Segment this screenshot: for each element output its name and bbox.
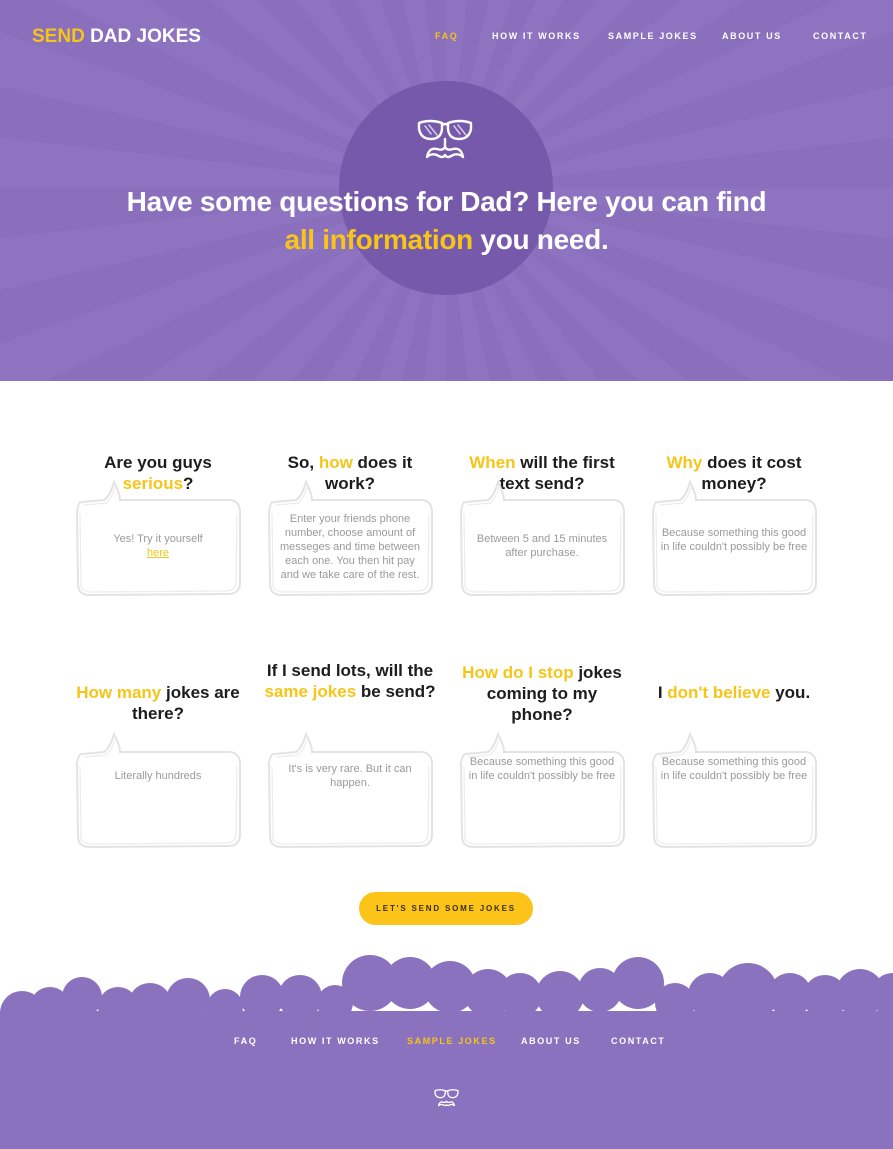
faq-card: When will the first text send? Between 5 … [454, 448, 630, 628]
faq-question-accent: How many [76, 683, 162, 702]
faq-question-accent: don't believe [667, 683, 771, 702]
cloud-footer-background [0, 955, 893, 1149]
footer-nav-how-it-works[interactable]: HOW IT WORKS [291, 1036, 380, 1046]
faq-answer: Enter your friends phone number, choose … [276, 512, 424, 582]
speech-bubble-outline [75, 732, 241, 849]
faq-question: How many jokes are there? [70, 682, 246, 724]
faq-answer-text: Between 5 and 15 minutes after purchase. [476, 533, 608, 559]
speech-bubble-outline [267, 732, 433, 849]
faq-question-text: be send? [356, 682, 436, 701]
hero-headline: Have some questions for Dad? Here you ca… [0, 183, 893, 259]
hero-headline-accent: all information [284, 224, 474, 255]
nav-item-about-us[interactable]: ABOUT US [722, 31, 782, 41]
footer-nav-about-us[interactable]: ABOUT US [521, 1036, 581, 1046]
speech-bubble [75, 732, 241, 849]
send-jokes-button[interactable]: LET'S SEND SOME JOKES [359, 892, 533, 925]
speech-bubble [267, 732, 433, 849]
faq-question-text: So, [287, 453, 319, 472]
faq-answer-text: Literally hundreds [114, 770, 202, 782]
nav-item-faq[interactable]: FAQ [435, 31, 458, 41]
faq-question: How do I stop jokes coming to my phone? [454, 662, 630, 725]
faq-answer: Yes! Try it yourself here [84, 532, 232, 560]
footer-nav-contact[interactable]: CONTACT [611, 1036, 666, 1046]
faq-question-text: you. [770, 683, 811, 702]
faq-question-text: I [657, 683, 668, 702]
footer-logo-icon[interactable] [433, 1088, 460, 1110]
faq-question-text: Are you guys [104, 453, 212, 472]
faq-question-accent: how [318, 453, 353, 472]
hero-headline-line1: Have some questions for Dad? Here you ca… [126, 186, 767, 217]
nav-item-how-it-works[interactable]: HOW IT WORKS [492, 31, 581, 41]
faq-answer: Because something this good in life coul… [468, 755, 616, 783]
faq-answer: Between 5 and 15 minutes after purchase. [468, 532, 616, 560]
speech-bubble-outline [459, 732, 625, 849]
footer-nav-sample-jokes[interactable]: SAMPLE JOKES [407, 1036, 497, 1046]
nav-item-contact[interactable]: CONTACT [813, 31, 868, 41]
faq-answer: Literally hundreds [84, 769, 232, 783]
speech-bubble [651, 732, 817, 849]
top-nav: FAQ HOW IT WORKS SAMPLE JOKES ABOUT US C… [0, 0, 893, 72]
faq-card: How do I stop jokes coming to my phone? B… [454, 660, 630, 849]
faq-card: If I send lots, will the same jokes be s… [262, 660, 438, 849]
faq-question: I don't believe you. [646, 682, 822, 703]
glasses-mustache-icon [417, 119, 473, 159]
try-it-link[interactable]: here [147, 547, 169, 559]
faq-answer-text: Because something this good in life coul… [468, 756, 616, 782]
faq-card: Why does it cost money? Because something… [646, 448, 822, 628]
faq-card: I don't believe you. Because something th… [646, 660, 822, 849]
faq-answer: Because something this good in life coul… [660, 526, 808, 554]
faq-card: So, how does it work? Enter your friends … [262, 448, 438, 628]
faq-card: How many jokes are there? Literally hundr… [70, 660, 246, 849]
faq-question-accent: Why [666, 453, 703, 472]
hero-section: SEND DAD JOKES FAQ HOW IT WORKS SAMPLE J… [0, 0, 893, 381]
faq-answer-text: Yes! Try it yourself [113, 533, 203, 545]
footer-nav-faq[interactable]: FAQ [234, 1036, 257, 1046]
nav-item-sample-jokes[interactable]: SAMPLE JOKES [608, 31, 698, 41]
faq-answer-text: Enter your friends phone number, choose … [279, 513, 421, 581]
faq-card: Are you guys serious? Yes! Try it yoursel… [70, 448, 246, 628]
faq-question-accent: When [469, 453, 516, 472]
hero-headline-line2: all information you need. [0, 221, 893, 259]
faq-question-text: If I send lots, will the [266, 661, 434, 680]
faq-answer-text: Because something this good in life coul… [660, 527, 808, 553]
speech-bubble [459, 732, 625, 849]
faq-answer-text: It's is very rare. But it can happen. [288, 763, 412, 789]
hero-headline-rest: you need. [472, 224, 609, 255]
faq-answer: It's is very rare. But it can happen. [276, 762, 424, 790]
faq-question-accent: How do I stop [462, 663, 574, 682]
faq-answer-text: Because something this good in life coul… [660, 756, 808, 782]
faq-question-accent: same jokes [264, 682, 357, 701]
speech-bubble-outline [651, 732, 817, 849]
faq-answer: Because something this good in life coul… [660, 755, 808, 783]
faq-question: If I send lots, will the same jokes be s… [262, 660, 438, 702]
